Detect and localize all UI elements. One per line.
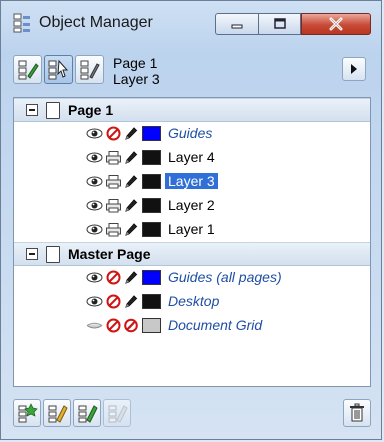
flyout-menu-button[interactable] (342, 57, 366, 81)
layer-name[interactable]: Layer 3 (165, 173, 218, 189)
layers-tree[interactable]: Page 1 Guides Layer 4 Layer 3 Layer 2 Layer 1… (13, 97, 371, 387)
non-printable-icon[interactable] (105, 294, 122, 309)
page-group-header[interactable]: Page 1 (14, 98, 370, 122)
layer-color-swatch[interactable] (142, 150, 161, 165)
locked-edit-icon[interactable] (124, 318, 138, 333)
layer-name[interactable]: Layer 1 (168, 221, 215, 237)
visibility-eye-icon[interactable] (86, 174, 103, 189)
visibility-eye-icon[interactable] (86, 270, 103, 285)
minimize-button[interactable] (215, 13, 259, 35)
layer-color-swatch[interactable] (142, 126, 161, 141)
show-object-properties-button[interactable] (13, 55, 42, 84)
page-group-label: Master Page (68, 246, 151, 262)
printer-icon[interactable] (105, 150, 122, 165)
printer-icon[interactable] (105, 222, 122, 237)
collapse-toggle-icon[interactable] (26, 104, 38, 116)
triangle-right-icon (351, 64, 357, 74)
hidden-eye-icon[interactable] (86, 318, 103, 333)
layer-color-swatch[interactable] (142, 318, 161, 333)
layer-name[interactable]: Layer 4 (168, 149, 215, 165)
object-manager-toolbar: Page 1 Layer 3 (13, 51, 373, 93)
pencil-edit-icon[interactable] (124, 174, 138, 189)
new-master-layer-button[interactable] (43, 399, 71, 427)
close-button[interactable] (301, 13, 371, 35)
layer-name[interactable]: Document Grid (168, 317, 262, 333)
layer-row[interactable]: Guides (all pages) (14, 266, 370, 290)
object-manager-icon (13, 13, 30, 33)
bottom-toolbar (13, 397, 373, 429)
layer-color-swatch[interactable] (142, 198, 161, 213)
layer-color-swatch[interactable] (142, 294, 161, 309)
layer-name[interactable]: Guides (all pages) (168, 269, 282, 285)
current-page-label: Page 1 (113, 55, 158, 71)
maximize-icon (273, 18, 286, 29)
layer-row[interactable]: Layer 4 (14, 146, 370, 170)
new-master-layer-even-icon (108, 405, 128, 423)
pencil-edit-icon[interactable] (124, 126, 138, 141)
page-group-header[interactable]: Master Page (14, 242, 370, 266)
current-layer-label: Layer 3 (113, 71, 160, 87)
visibility-eye-icon[interactable] (86, 150, 103, 165)
visibility-eye-icon[interactable] (86, 222, 103, 237)
layer-name[interactable]: Layer 2 (168, 197, 215, 213)
layer-row[interactable]: Layer 2 (14, 194, 370, 218)
pencil-edit-icon[interactable] (124, 270, 138, 285)
printer-icon[interactable] (105, 174, 122, 189)
layer-row[interactable]: Layer 3 (14, 170, 370, 194)
pencil-edit-icon[interactable] (124, 198, 138, 213)
visibility-eye-icon[interactable] (86, 126, 103, 141)
page-group-label: Page 1 (68, 102, 114, 118)
printer-icon[interactable] (105, 198, 122, 213)
non-printable-icon[interactable] (105, 318, 122, 333)
page-icon (46, 102, 60, 119)
edit-across-layers-button[interactable] (44, 55, 73, 84)
object-manager-window: Object Manager Page 1 Layer 3 Page 1 Gui… (0, 0, 382, 440)
layer-row[interactable]: Guides (14, 122, 370, 146)
layer-manager-view-button[interactable] (75, 55, 104, 84)
current-page-layer-display: Page 1 Layer 3 (113, 55, 160, 87)
collapse-toggle-icon[interactable] (26, 248, 38, 260)
new-master-layer-odd-button[interactable] (73, 399, 101, 427)
window-title: Object Manager (39, 14, 153, 31)
trash-icon (350, 403, 364, 422)
maximize-button[interactable] (259, 13, 301, 35)
pencil-edit-icon[interactable] (124, 294, 138, 309)
non-printable-icon[interactable] (105, 270, 122, 285)
pencil-edit-icon[interactable] (124, 222, 138, 237)
layer-name[interactable]: Guides (168, 125, 212, 141)
edit-across-layers-icon (48, 59, 69, 80)
new-master-layer-icon (48, 405, 68, 423)
layer-row[interactable]: Document Grid (14, 314, 370, 338)
layer-row[interactable]: Desktop (14, 290, 370, 314)
new-master-layer-even-button[interactable] (103, 399, 131, 427)
non-printable-icon[interactable] (105, 126, 122, 141)
layer-name[interactable]: Desktop (168, 293, 219, 309)
visibility-eye-icon[interactable] (86, 294, 103, 309)
title-bar[interactable]: Object Manager (1, 1, 381, 45)
close-icon (329, 17, 343, 31)
new-layer-icon (18, 403, 38, 423)
layer-color-swatch[interactable] (142, 270, 161, 285)
layer-row[interactable]: Layer 1 (14, 218, 370, 242)
page-icon (46, 246, 60, 263)
layer-manager-icon (80, 60, 100, 80)
object-properties-icon (18, 60, 39, 80)
pencil-edit-icon[interactable] (124, 150, 138, 165)
minimize-icon (231, 24, 243, 29)
new-layer-button[interactable] (13, 399, 41, 427)
layer-color-swatch[interactable] (142, 222, 161, 237)
delete-button[interactable] (343, 399, 371, 427)
visibility-eye-icon[interactable] (86, 198, 103, 213)
new-master-layer-odd-icon (78, 405, 98, 423)
layer-color-swatch[interactable] (142, 174, 161, 189)
